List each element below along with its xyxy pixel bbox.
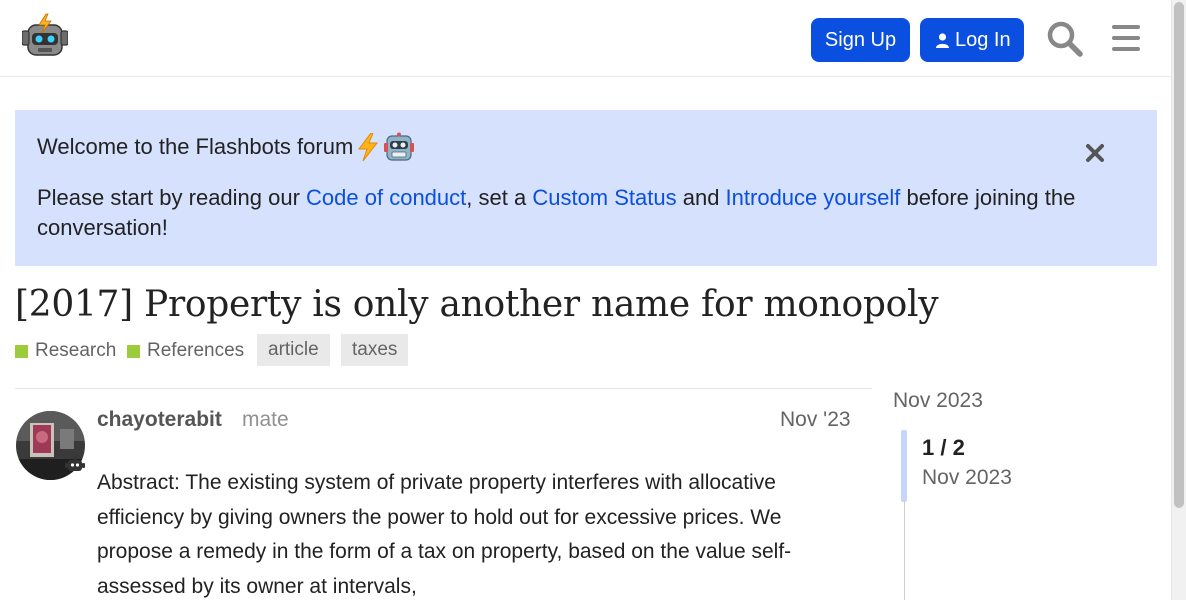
category-color-square xyxy=(127,344,140,358)
category-label: References xyxy=(147,340,245,361)
banner-message: Please start by reading our Code of cond… xyxy=(37,183,1127,243)
category-label: Research xyxy=(35,340,117,361)
code-of-conduct-link[interactable]: Code of conduct xyxy=(306,185,466,210)
banner-text-intro: Please start by reading our xyxy=(37,185,307,210)
banner-text-mid1: , set a xyxy=(466,185,533,210)
bot-badge-icon xyxy=(65,456,85,471)
category-badge-references[interactable]: References xyxy=(127,338,244,364)
post-date[interactable]: Nov '23 xyxy=(780,408,851,432)
timeline-scroller-handle[interactable] xyxy=(901,430,907,502)
log-in-label: Log In xyxy=(955,29,1011,51)
topic-title[interactable]: [2017] Property is only another name for… xyxy=(15,284,939,325)
custom-status-link[interactable]: Custom Status xyxy=(532,185,676,210)
lightning-bolt-icon xyxy=(358,133,379,161)
page-scrollbar[interactable] xyxy=(1171,0,1186,600)
post-body: Abstract: The existing system of private… xyxy=(97,471,792,598)
log-in-button[interactable]: Log In xyxy=(920,18,1024,62)
banner-title: Welcome to the Flashbots forum xyxy=(37,132,415,162)
tag-taxes[interactable]: taxes xyxy=(341,334,409,366)
timeline-track[interactable] xyxy=(904,500,905,600)
robot-emoji-icon xyxy=(384,132,415,161)
category-color-square xyxy=(15,344,28,358)
site-header: Sign Up Log In xyxy=(0,0,1171,77)
divider xyxy=(15,388,872,389)
banner-title-text: Welcome to the Flashbots forum xyxy=(37,134,354,159)
introduce-yourself-link[interactable]: Introduce yourself xyxy=(726,185,901,210)
scrollbar-thumb[interactable] xyxy=(1174,2,1184,508)
timeline-current-date: Nov 2023 xyxy=(922,466,1012,489)
tag-article[interactable]: article xyxy=(257,334,330,366)
post-username[interactable]: chayoterabit xyxy=(97,408,222,432)
sign-up-button[interactable]: Sign Up xyxy=(811,18,910,62)
timeline-start-date[interactable]: Nov 2023 xyxy=(893,389,983,413)
flashbots-logo-icon[interactable] xyxy=(22,13,68,61)
user-icon xyxy=(936,33,949,48)
close-icon[interactable] xyxy=(1085,143,1105,163)
banner-text-mid2: and xyxy=(676,185,726,210)
welcome-banner: Welcome to the Flashbots forum Please st… xyxy=(15,110,1157,266)
user-title: mate xyxy=(242,408,289,431)
timeline-position: 1 / 2 xyxy=(922,435,965,460)
hamburger-menu-icon[interactable] xyxy=(1110,21,1142,55)
search-icon[interactable] xyxy=(1047,21,1083,57)
category-badge-research[interactable]: Research xyxy=(15,338,116,364)
